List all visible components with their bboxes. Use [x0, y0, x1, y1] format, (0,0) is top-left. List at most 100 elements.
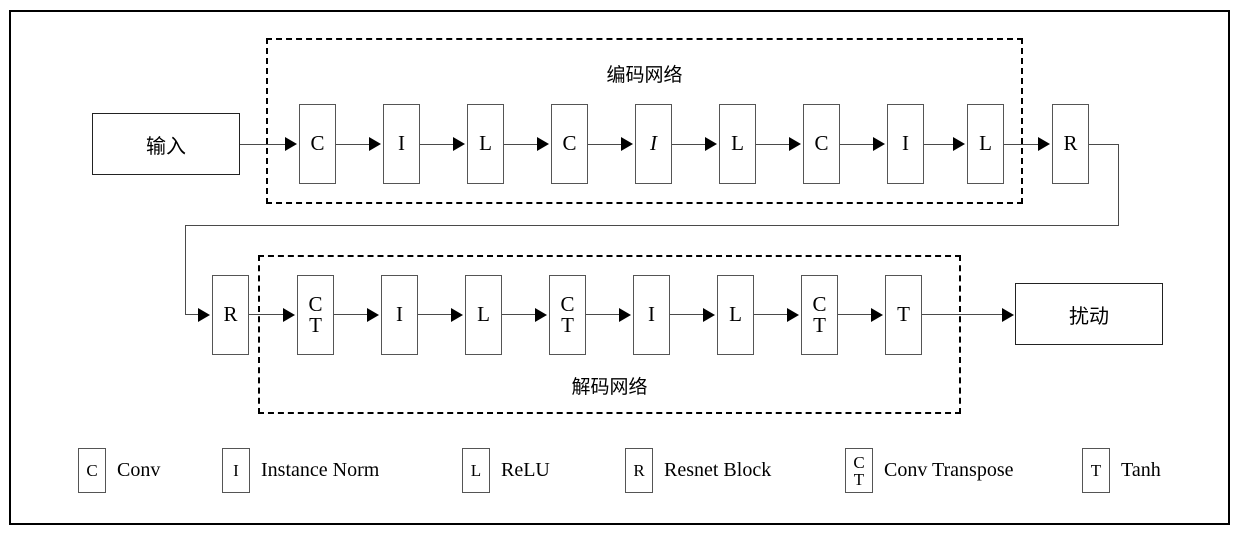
- arrowhead-encoder-4: [537, 137, 549, 151]
- connector-encoder-7-8: [840, 144, 875, 145]
- legend-item-conv: C Conv: [78, 448, 160, 493]
- decoder-node-8: T: [885, 275, 922, 355]
- legend-item-instance-norm: I Instance Norm: [222, 448, 379, 493]
- arrowhead-encoder-1: [285, 137, 297, 151]
- decoder-node-5-top: I: [648, 302, 655, 327]
- decoder-node-2: I: [381, 275, 418, 355]
- connector-encoder-2-3: [420, 144, 455, 145]
- output-box: 扰动: [1015, 283, 1163, 345]
- rowlink-segment-right: [1089, 144, 1119, 145]
- legend-chip-conv-top: C: [86, 461, 98, 480]
- legend-chip-relu: L: [462, 448, 490, 493]
- rowlink-segment-down: [1118, 144, 1119, 226]
- legend-chip-resnet-block: R: [625, 448, 653, 493]
- legend-label-conv: Conv: [117, 459, 161, 481]
- connector-encoder-4-5: [588, 144, 623, 145]
- legend-label-resnet-block: Resnet Block: [664, 459, 772, 481]
- encoder-node-2: I: [383, 104, 420, 184]
- legend-item-resnet-block: R Resnet Block: [625, 448, 771, 493]
- connector-decoder-1-2: [334, 314, 369, 315]
- legend-chip-conv-transpose: C T: [845, 448, 873, 493]
- decoder-node-6: L: [717, 275, 754, 355]
- legend-chip-conv: C: [78, 448, 106, 493]
- legend-chip-instance-norm: I: [222, 448, 250, 493]
- connector-encoder-6-7: [756, 144, 791, 145]
- encoder-node-3-top: L: [479, 131, 492, 156]
- connector-decoder-3-4: [502, 314, 537, 315]
- legend-label-relu: ReLU: [501, 459, 550, 481]
- decoder-node-7: C T: [801, 275, 838, 355]
- decoder-node-3: L: [465, 275, 502, 355]
- legend-item-relu: L ReLU: [462, 448, 550, 493]
- decoder-node-1-bottom: T: [309, 313, 322, 337]
- connector-decoder-4-5: [586, 314, 621, 315]
- connector-encoder-8-9: [924, 144, 955, 145]
- connector-decoder-2-3: [418, 314, 453, 315]
- encoder-node-2-top: I: [398, 131, 405, 156]
- legend-chip-resnet-block-top: R: [633, 461, 645, 480]
- arrowhead-decoder-4: [535, 308, 547, 322]
- arrowhead-decoder-5: [619, 308, 631, 322]
- decoder-node-4-bottom: T: [561, 313, 574, 337]
- encoder-resnet-node-top: R: [1063, 131, 1078, 156]
- arrowhead-encoder-resnet: [1038, 137, 1050, 151]
- arrowhead-encoder-9: [953, 137, 965, 151]
- encoder-node-6: L: [719, 104, 756, 184]
- arrowhead-decoder-6: [703, 308, 715, 322]
- decoder-node-5: I: [633, 275, 670, 355]
- encoder-node-5: I: [635, 104, 672, 184]
- connector-decoder-resnet-1: [249, 314, 285, 315]
- legend-chip-tanh-top: T: [1090, 461, 1102, 480]
- decoder-node-7-top: C: [812, 291, 827, 316]
- arrowhead-encoder-5: [621, 137, 633, 151]
- decoder-resnet-node: R: [212, 275, 249, 355]
- legend-chip-tanh: T: [1082, 448, 1110, 493]
- encoder-node-9: L: [967, 104, 1004, 184]
- rowlink-segment-across: [185, 225, 1119, 226]
- connector-encoder-5-6: [672, 144, 707, 145]
- decoder-group-label: 解码网络: [571, 376, 648, 398]
- connector-encoder-3-4: [504, 144, 539, 145]
- decoder-node-4: C T: [549, 275, 586, 355]
- connector-encoder-9-resnet: [1004, 144, 1040, 145]
- decoder-node-2-top: I: [396, 302, 403, 327]
- legend-label-tanh: Tanh: [1121, 459, 1161, 481]
- connector-input-to-encoder1: [240, 144, 287, 145]
- connector-encoder-1-2: [336, 144, 371, 145]
- encoder-node-1: C: [299, 104, 336, 184]
- encoder-node-7-top: C: [814, 131, 829, 156]
- arrowhead-encoder-8: [873, 137, 885, 151]
- arrowhead-decoder-resnet: [198, 308, 210, 322]
- encoder-resnet-node: R: [1052, 104, 1089, 184]
- rowlink-segment-up-left: [185, 225, 186, 315]
- arrowhead-decoder-1: [283, 308, 295, 322]
- output-box-label: 扰动: [1069, 303, 1109, 328]
- decoder-node-8-top: T: [897, 302, 910, 327]
- arrowhead-decoder-3: [451, 308, 463, 322]
- legend-chip-conv-transpose-bottom: T: [853, 469, 865, 489]
- arrowhead-decoder-7: [787, 308, 799, 322]
- encoder-node-5-top: I: [650, 131, 657, 156]
- encoder-node-3: L: [467, 104, 504, 184]
- legend-label-instance-norm: Instance Norm: [261, 459, 380, 481]
- connector-decoder-5-6: [670, 314, 705, 315]
- decoder-resnet-node-top: R: [223, 302, 238, 327]
- encoder-node-1-top: C: [310, 131, 325, 156]
- arrowhead-encoder-3: [453, 137, 465, 151]
- encoder-node-8-top: I: [902, 131, 909, 156]
- legend-chip-relu-top: L: [470, 461, 482, 480]
- diagram-canvas: 编码网络 解码网络 输入 扰动 C I L C I L C I L R R C: [0, 0, 1240, 534]
- encoder-node-4: C: [551, 104, 588, 184]
- encoder-node-7: C: [803, 104, 840, 184]
- legend-item-tanh: T Tanh: [1082, 448, 1161, 493]
- arrowhead-output: [1002, 308, 1014, 322]
- arrowhead-encoder-6: [705, 137, 717, 151]
- encoder-node-4-top: C: [562, 131, 577, 156]
- input-box-label: 输入: [146, 133, 186, 158]
- decoder-node-4-top: C: [560, 291, 575, 316]
- decoder-node-3-top: L: [477, 302, 490, 327]
- legend-label-conv-transpose: Conv Transpose: [884, 459, 1014, 481]
- decoder-node-1-top: C: [308, 291, 323, 316]
- decoder-node-1: C T: [297, 275, 334, 355]
- legend-chip-conv-transpose-top: C: [853, 452, 865, 472]
